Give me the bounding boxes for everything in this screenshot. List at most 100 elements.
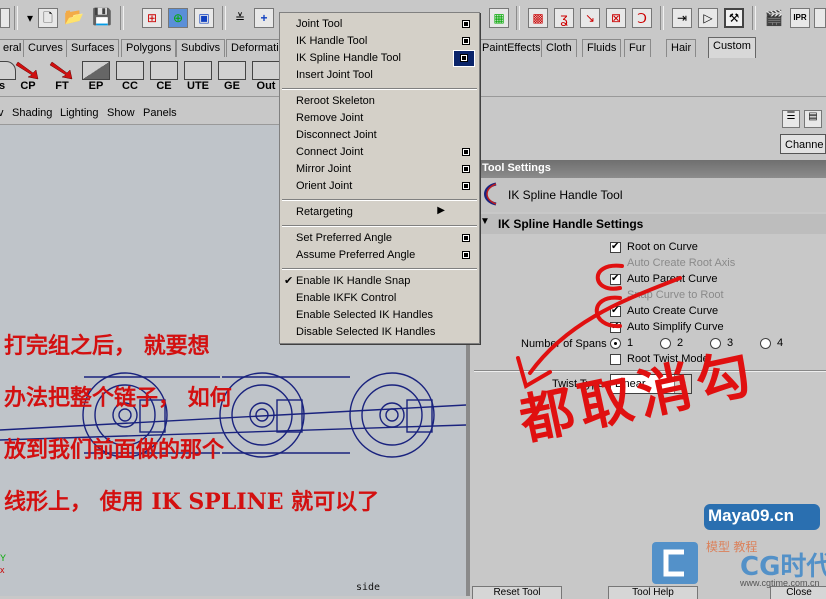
- checkmark-icon: ✔: [284, 275, 294, 287]
- grid-snap-icon[interactable]: ▩: [528, 8, 548, 28]
- ipr-render-icon[interactable]: IPR: [790, 8, 810, 28]
- select-component-icon[interactable]: ▣: [194, 8, 214, 28]
- menu-view[interactable]: v: [0, 107, 4, 119]
- shelf-button-out[interactable]: Out: [252, 61, 280, 93]
- tab-polygons[interactable]: Polygons: [121, 39, 177, 57]
- tab-painteffects[interactable]: PaintEffects: [477, 39, 546, 57]
- live-surface-icon[interactable]: Ↄ: [632, 8, 652, 28]
- render-globals-icon[interactable]: [814, 8, 826, 28]
- menu-item-set-preferred-angle[interactable]: Set Preferred Angle: [280, 230, 479, 247]
- dropdown-arrow-icon[interactable]: ▾: [20, 8, 40, 28]
- maya09-watermark: Maya09.cn: [704, 504, 820, 530]
- option-box-icon[interactable]: [462, 234, 470, 242]
- select-hierarchy-icon[interactable]: ⊞: [142, 8, 162, 28]
- add-icon[interactable]: +: [254, 8, 274, 28]
- toolbar-separator: [120, 6, 124, 30]
- menu-lighting[interactable]: Lighting: [60, 107, 99, 119]
- shelf-button-ge[interactable]: GE: [218, 61, 246, 93]
- tab-hair[interactable]: Hair: [666, 39, 697, 57]
- menu-item-connect-joint[interactable]: Connect Joint: [280, 144, 479, 161]
- flag-icon[interactable]: [0, 8, 10, 28]
- shelf-button-cc[interactable]: CC: [116, 61, 144, 93]
- menu-item-reroot-skeleton[interactable]: Reroot Skeleton: [280, 93, 479, 110]
- option-box-icon[interactable]: [462, 20, 470, 28]
- menu-shading[interactable]: Shading: [12, 107, 52, 119]
- option-box-icon[interactable]: [462, 148, 470, 156]
- select-object-icon[interactable]: ⊕: [168, 8, 188, 28]
- menu-divider: [282, 88, 477, 90]
- shelf-icon: [184, 61, 212, 80]
- render-clapper-icon[interactable]: 🎬: [764, 8, 784, 28]
- option-box-icon[interactable]: [460, 54, 468, 62]
- toolbar-separator: [516, 6, 520, 30]
- tab-surfaces[interactable]: Surfaces: [66, 39, 120, 57]
- tab-fur[interactable]: Fur: [624, 39, 651, 57]
- toolbar-separator: [660, 6, 664, 30]
- menu-item-mirror-joint[interactable]: Mirror Joint: [280, 161, 479, 178]
- curve-snap-icon[interactable]: ʓ: [554, 8, 574, 28]
- annotation-line-2: 办法把整个链子， 如何: [4, 385, 232, 411]
- open-folder-icon[interactable]: 📂: [64, 8, 84, 28]
- shelf-button-cp[interactable]: CP: [14, 61, 42, 93]
- new-scene-icon[interactable]: 🗋: [38, 8, 58, 28]
- shelf-button-ce[interactable]: CE: [150, 61, 178, 93]
- menu-item-enable-ik-handle-snap[interactable]: ✔ Enable IK Handle Snap: [280, 273, 479, 290]
- option-box-icon[interactable]: [462, 165, 470, 173]
- menu-item-ik-handle-tool[interactable]: IK Handle Tool: [280, 33, 479, 50]
- shelf-icon: [150, 61, 178, 80]
- channel-box-tab[interactable]: Channe: [780, 134, 826, 154]
- shelf-button-ute[interactable]: UTE: [184, 61, 212, 93]
- attributes-icon[interactable]: ▤: [804, 110, 822, 128]
- shelf-icon: [218, 61, 246, 80]
- menu-item-remove-joint[interactable]: Remove Joint: [280, 110, 479, 127]
- red-arrow-icon: [48, 61, 76, 80]
- panel-menu-bar: v Shading Lighting Show Panels: [0, 104, 280, 125]
- option-box-icon[interactable]: [462, 251, 470, 259]
- toolbar-separator: [222, 6, 226, 30]
- list-icon[interactable]: ☰: [782, 110, 800, 128]
- skeleton-menu: Joint Tool IK Handle Tool IK Spline Hand…: [279, 12, 480, 344]
- input-ops-icon[interactable]: ⇥: [672, 8, 692, 28]
- option-box-icon[interactable]: [462, 182, 470, 190]
- svg-text:Y: Y: [0, 553, 6, 563]
- menu-item-enable-selected-ik-handles[interactable]: Enable Selected IK Handles: [280, 307, 479, 324]
- point-snap-icon[interactable]: ↘: [580, 8, 600, 28]
- menu-item-joint-tool[interactable]: Joint Tool: [280, 16, 479, 33]
- menu-divider: [282, 268, 477, 270]
- view-plane-snap-icon[interactable]: ⊠: [606, 8, 626, 28]
- svg-text:x: x: [0, 565, 5, 575]
- render-region-icon[interactable]: ▦: [489, 8, 509, 28]
- option-box-icon[interactable]: [462, 37, 470, 45]
- save-disk-icon[interactable]: 💾: [92, 8, 112, 28]
- menu-item-retargeting[interactable]: Retargeting ▶: [280, 204, 479, 221]
- menu-item-ik-spline-handle-tool[interactable]: IK Spline Handle Tool: [280, 50, 479, 67]
- annotation-line-3: 放到我们前面做的那个: [4, 437, 225, 463]
- camera-label: side: [356, 582, 381, 593]
- tab-custom[interactable]: Custom: [708, 37, 756, 58]
- shelf-button-ft[interactable]: FT: [48, 61, 76, 93]
- menu-item-disable-selected-ik-handles[interactable]: Disable Selected IK Handles: [280, 324, 479, 341]
- snap-menu-icon[interactable]: ≚: [230, 8, 250, 28]
- toolbar-separator: [752, 6, 756, 30]
- menu-divider: [282, 199, 477, 201]
- menu-divider: [282, 225, 477, 227]
- menu-panels[interactable]: Panels: [143, 107, 177, 119]
- tab-curves[interactable]: Curves: [23, 39, 68, 57]
- output-ops-icon[interactable]: ▷: [698, 8, 718, 28]
- tab-cloth[interactable]: Cloth: [541, 39, 577, 57]
- construction-history-icon[interactable]: ⚒: [724, 8, 744, 28]
- shelf-button-ep[interactable]: EP: [82, 61, 110, 93]
- cgtime-url: www.cgtime.com.cn: [740, 578, 820, 588]
- option-box-highlight[interactable]: [453, 50, 475, 67]
- menu-item-assume-preferred-angle[interactable]: Assume Preferred Angle: [280, 247, 479, 264]
- menu-item-orient-joint[interactable]: Orient Joint: [280, 178, 479, 195]
- tab-deformation[interactable]: Deformati: [226, 39, 284, 57]
- menu-item-insert-joint-tool[interactable]: Insert Joint Tool: [280, 67, 479, 84]
- menu-item-disconnect-joint[interactable]: Disconnect Joint: [280, 127, 479, 144]
- tab-subdivs[interactable]: Subdivs: [176, 39, 226, 57]
- channel-box-strip: ☰ ▤ Channe: [780, 104, 826, 158]
- tab-fluids[interactable]: Fluids: [582, 39, 622, 57]
- menu-show[interactable]: Show: [107, 107, 135, 119]
- menu-item-enable-ikfk-control[interactable]: Enable IKFK Control: [280, 290, 479, 307]
- shelf-icon: [252, 61, 280, 80]
